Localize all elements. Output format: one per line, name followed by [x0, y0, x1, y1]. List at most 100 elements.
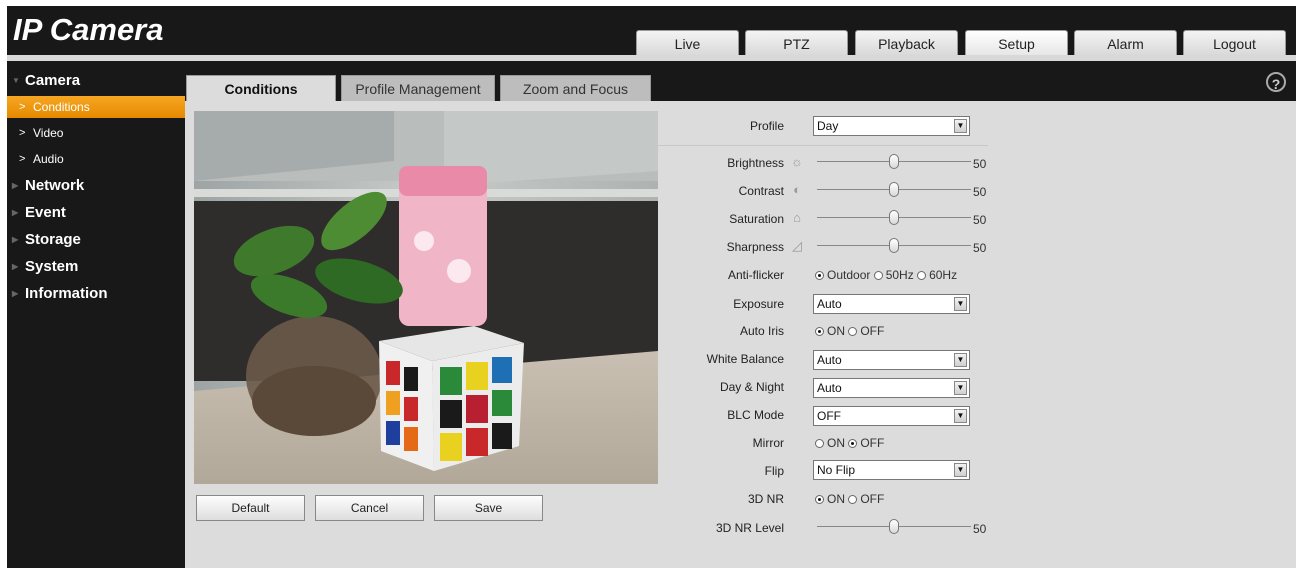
white-balance-label: White Balance — [706, 352, 784, 366]
video-preview — [194, 111, 658, 484]
default-button[interactable]: Default — [196, 495, 305, 521]
nav-tab-logout[interactable]: Logout — [1183, 30, 1286, 56]
anti-flicker-label: Anti-flicker — [727, 268, 784, 282]
profile-select[interactable]: Day ▼ — [813, 116, 970, 136]
contrast-icon: ◐ — [793, 182, 801, 197]
nav-tab-playback[interactable]: Playback — [855, 30, 958, 56]
brightness-value: 50 — [973, 157, 987, 171]
contrast-value: 50 — [973, 185, 987, 199]
profile-label: Profile — [749, 119, 784, 133]
radio-selected-icon — [815, 495, 824, 504]
saturation-value: 50 — [973, 213, 987, 227]
brightness-slider[interactable] — [817, 153, 971, 171]
radio-off[interactable]: OFF — [848, 436, 884, 450]
sidebar-item-network[interactable]: ▶ Network — [7, 172, 185, 199]
radio-on[interactable]: ON — [815, 436, 845, 450]
sidebar-item-label: Video — [33, 126, 64, 140]
collapsed-arrow-icon: ▶ — [12, 289, 19, 298]
radio-60hz[interactable]: 60Hz — [917, 268, 957, 282]
auto-iris-label: Auto Iris — [739, 324, 784, 338]
exposure-select[interactable]: Auto ▼ — [813, 294, 970, 314]
help-icon[interactable]: ? — [1266, 72, 1286, 92]
tab-conditions[interactable]: Conditions — [186, 75, 336, 101]
radio-off[interactable]: OFF — [848, 492, 884, 506]
day-night-select[interactable]: Auto ▼ — [813, 378, 970, 398]
radio-on[interactable]: ON — [815, 492, 845, 506]
mirror-radio-group: ON OFF — [815, 436, 884, 450]
sidebar-item-label: Camera — [25, 72, 81, 89]
sidebar-item-label: Audio — [33, 152, 64, 166]
collapsed-arrow-icon: ▶ — [12, 181, 19, 190]
sidebar-item-audio[interactable]: > Audio — [7, 146, 185, 172]
brightness-icon: ☼ — [791, 154, 803, 169]
sidebar-item-conditions[interactable]: > Conditions — [7, 96, 185, 118]
cancel-button[interactable]: Cancel — [315, 495, 424, 521]
dropdown-arrow-icon: ▼ — [954, 353, 967, 367]
sidebar-item-camera[interactable]: ▼ Camera — [7, 67, 185, 94]
nav-tab-alarm[interactable]: Alarm — [1074, 30, 1177, 56]
sidebar-item-information[interactable]: ▶ Information — [7, 280, 185, 307]
contrast-slider[interactable] — [817, 181, 971, 199]
nav-tab-setup[interactable]: Setup — [965, 30, 1068, 56]
radio-label: OFF — [860, 492, 885, 506]
sidebar-item-storage[interactable]: ▶ Storage — [7, 226, 185, 253]
save-button[interactable]: Save — [434, 495, 543, 521]
3d-nr-level-slider[interactable] — [817, 518, 971, 536]
dropdown-arrow-icon: ▼ — [954, 463, 967, 477]
anti-flicker-radio-group: Outdoor 50Hz 60Hz — [815, 268, 957, 282]
sidebar-item-system[interactable]: ▶ System — [7, 253, 185, 280]
slider-handle[interactable] — [889, 210, 899, 225]
auto-iris-radio-group: ON OFF — [815, 324, 884, 338]
radio-label: ON — [827, 492, 845, 506]
blc-mode-select-value: OFF — [817, 409, 841, 423]
radio-on[interactable]: ON — [815, 324, 845, 338]
white-balance-select[interactable]: Auto ▼ — [813, 350, 970, 370]
dropdown-arrow-icon: ▼ — [954, 119, 967, 133]
radio-50hz[interactable]: 50Hz — [873, 268, 914, 282]
slider-handle[interactable] — [889, 519, 899, 534]
slider-handle[interactable] — [889, 182, 899, 197]
mirror-label: Mirror — [752, 436, 784, 450]
radio-unselected-icon — [848, 495, 858, 504]
radio-label: 50Hz — [885, 268, 914, 282]
app-logo: IP Camera — [13, 12, 164, 47]
radio-unselected-icon — [815, 439, 824, 448]
section-divider — [658, 145, 988, 146]
dropdown-arrow-icon: ▼ — [954, 297, 967, 311]
sharpness-label: Sharpness — [726, 240, 784, 254]
tab-profile-management[interactable]: Profile Management — [341, 75, 495, 101]
sidebar-item-event[interactable]: ▶ Event — [7, 199, 185, 226]
slider-handle[interactable] — [889, 154, 899, 169]
chevron-right-icon: > — [19, 127, 26, 139]
radio-selected-icon — [815, 271, 824, 280]
tab-zoom-and-focus[interactable]: Zoom and Focus — [500, 75, 651, 101]
3d-nr-label: 3D NR — [747, 492, 784, 506]
nav-tab-live[interactable]: Live — [636, 30, 739, 56]
nav-tab-ptz[interactable]: PTZ — [745, 30, 848, 56]
day-night-select-value: Auto — [817, 381, 842, 395]
radio-outdoor[interactable]: Outdoor — [815, 268, 870, 282]
radio-label: OFF — [860, 324, 885, 338]
profile-select-value: Day — [817, 119, 839, 133]
flip-select[interactable]: No Flip ▼ — [813, 460, 970, 480]
dropdown-arrow-icon: ▼ — [954, 381, 967, 395]
sidebar-item-video[interactable]: > Video — [7, 120, 185, 146]
slider-handle[interactable] — [889, 238, 899, 253]
radio-selected-icon — [815, 327, 824, 336]
3d-nr-level-label: 3D NR Level — [715, 521, 784, 535]
dropdown-arrow-icon: ▼ — [954, 409, 967, 423]
header-divider — [7, 55, 1296, 61]
sharpness-slider[interactable] — [817, 237, 971, 255]
radio-off[interactable]: OFF — [848, 324, 884, 338]
blc-mode-select[interactable]: OFF ▼ — [813, 406, 970, 426]
saturation-slider[interactable] — [817, 209, 971, 227]
blc-mode-label: BLC Mode — [727, 408, 784, 422]
sharpness-icon: ◿ — [792, 238, 802, 253]
radio-label: ON — [827, 436, 845, 450]
radio-label: Outdoor — [827, 268, 871, 282]
sidebar-item-label: Storage — [25, 231, 81, 248]
sidebar-item-label: System — [25, 258, 79, 275]
flip-select-value: No Flip — [817, 463, 856, 477]
sidebar: ▼ Camera > Conditions > Video > Audio ▶ … — [7, 67, 185, 307]
sidebar-item-label: Network — [25, 177, 85, 194]
